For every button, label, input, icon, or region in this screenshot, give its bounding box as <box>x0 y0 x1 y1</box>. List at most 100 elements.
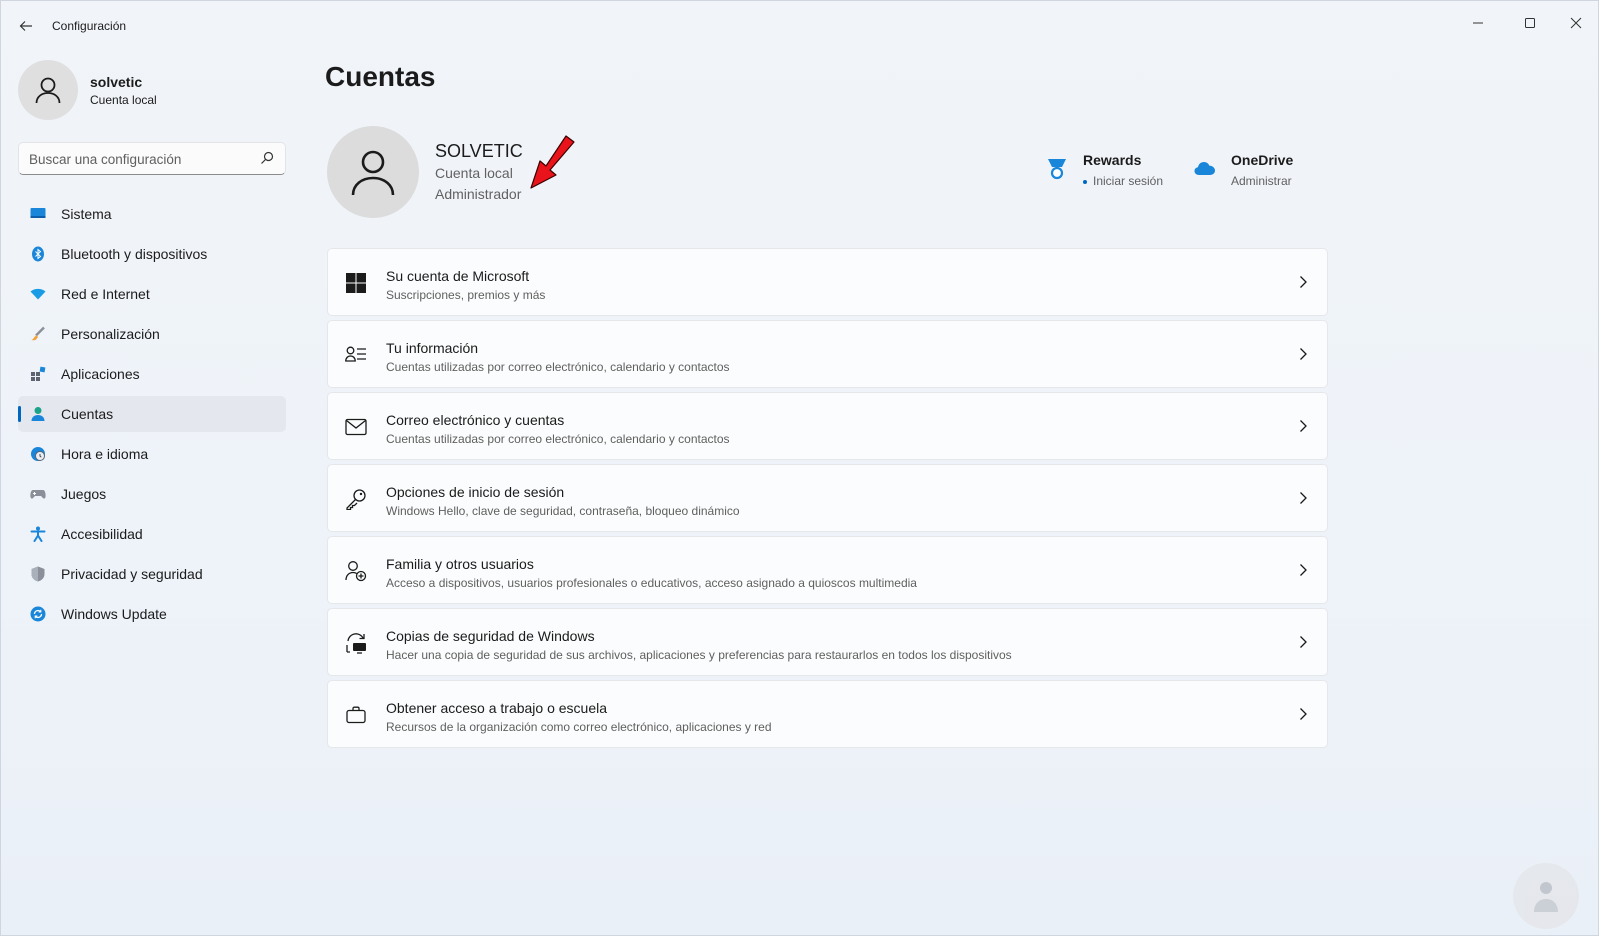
card-your-info[interactable]: Tu información Cuentas utilizadas por co… <box>327 320 1328 388</box>
sidebar-item-label: Cuentas <box>61 406 114 422</box>
sidebar-item-cuentas[interactable]: Cuentas <box>18 396 286 432</box>
maximize-icon <box>1525 18 1535 28</box>
card-subtitle: Recursos de la organización como correo … <box>386 720 772 734</box>
sidebar-item-juegos[interactable]: Juegos <box>18 476 286 512</box>
close-button[interactable] <box>1553 7 1599 39</box>
person-add-icon <box>345 561 367 582</box>
sidebar-item-label: Privacidad y seguridad <box>61 566 203 582</box>
sidebar-item-label: Bluetooth y dispositivos <box>61 246 208 262</box>
sidebar-item-personalizacion[interactable]: Personalización <box>18 316 286 352</box>
title-bar: Configuración <box>1 1 1598 51</box>
card-subtitle: Cuentas utilizadas por correo electrónic… <box>386 360 730 374</box>
person-icon <box>31 407 45 421</box>
backup-icon <box>346 633 366 654</box>
windows-logo-icon <box>346 273 366 293</box>
mail-icon <box>345 418 367 436</box>
card-subtitle: Windows Hello, clave de seguridad, contr… <box>386 504 740 518</box>
avatar <box>18 60 78 120</box>
chevron-right-icon <box>1300 420 1307 432</box>
onedrive-cloud-icon <box>1194 162 1215 175</box>
onedrive-subtitle: Administrar <box>1231 174 1292 188</box>
account-avatar[interactable] <box>327 126 419 218</box>
sidebar-item-label: Aplicaciones <box>61 366 140 382</box>
card-work-school-access[interactable]: Obtener acceso a trabajo o escuela Recur… <box>327 680 1328 748</box>
sidebar-nav: Sistema Bluetooth y dispositivos Red e I… <box>18 196 286 636</box>
maximize-button[interactable] <box>1507 7 1553 39</box>
profile-subtitle: Cuenta local <box>90 93 157 107</box>
card-subtitle: Hacer una copia de seguridad de sus arch… <box>386 648 1012 662</box>
clock-globe-icon <box>31 447 45 461</box>
page-title: Cuentas <box>325 61 436 92</box>
close-icon <box>1570 17 1582 29</box>
chevron-right-icon <box>1300 348 1307 360</box>
card-subtitle: Cuentas utilizadas por correo electrónic… <box>386 432 730 446</box>
key-icon <box>346 489 366 510</box>
watermark-person-icon <box>1534 882 1558 912</box>
card-subtitle: Acceso a dispositivos, usuarios profesio… <box>386 576 917 590</box>
back-button[interactable] <box>13 13 39 39</box>
card-title: Opciones de inicio de sesión <box>386 484 565 500</box>
card-windows-backup[interactable]: Copias de seguridad de Windows Hacer una… <box>327 608 1328 676</box>
onedrive-link[interactable]: OneDrive Administrar <box>1194 152 1314 192</box>
gamepad-icon <box>30 490 46 499</box>
sidebar-item-privacidad[interactable]: Privacidad y seguridad <box>18 556 286 592</box>
card-title: Obtener acceso a trabajo o escuela <box>386 700 608 716</box>
rewards-medal-icon <box>1048 159 1066 180</box>
chevron-right-icon <box>1300 276 1307 288</box>
shield-icon <box>31 566 45 582</box>
card-title: Tu información <box>386 340 479 356</box>
wifi-icon <box>30 288 46 300</box>
watermark-logo <box>1513 863 1579 929</box>
onedrive-title: OneDrive <box>1231 152 1294 168</box>
sidebar-item-bluetooth[interactable]: Bluetooth y dispositivos <box>18 236 286 272</box>
sidebar-item-hora[interactable]: Hora e idioma <box>18 436 286 472</box>
app-title: Configuración <box>52 19 127 33</box>
update-icon <box>30 606 46 622</box>
sidebar-item-windows-update[interactable]: Windows Update <box>18 596 286 632</box>
sidebar-item-aplicaciones[interactable]: Aplicaciones <box>18 356 286 392</box>
sidebar-item-label: Juegos <box>61 486 107 502</box>
sidebar-item-sistema[interactable]: Sistema <box>18 196 286 232</box>
account-role: Administrador <box>435 186 522 202</box>
sidebar-item-label: Windows Update <box>61 606 167 622</box>
rewards-subtitle: Iniciar sesión <box>1083 174 1163 188</box>
person-info-icon <box>345 346 366 362</box>
back-arrow-icon <box>19 21 32 31</box>
monitor-icon <box>30 208 46 218</box>
search-box[interactable] <box>18 142 286 175</box>
settings-window: Configuración solvetic Cuenta local Sist… <box>0 0 1599 936</box>
card-subtitle: Suscripciones, premios y más <box>386 288 546 302</box>
sidebar-item-label: Red e Internet <box>61 286 150 302</box>
status-dot <box>1083 179 1087 184</box>
minimize-button[interactable] <box>1455 7 1501 39</box>
sidebar-item-label: Accesibilidad <box>61 526 143 542</box>
chevron-right-icon <box>1300 492 1307 504</box>
card-sign-in-options[interactable]: Opciones de inicio de sesión Windows Hel… <box>327 464 1328 532</box>
card-microsoft-account[interactable]: Su cuenta de Microsoft Suscripciones, pr… <box>327 248 1328 316</box>
card-family-users[interactable]: Familia y otros usuarios Acceso a dispos… <box>327 536 1328 604</box>
card-email-accounts[interactable]: Correo electrónico y cuentas Cuentas uti… <box>327 392 1328 460</box>
rewards-title: Rewards <box>1083 152 1142 168</box>
profile-name: solvetic <box>90 74 143 90</box>
user-profile[interactable]: solvetic Cuenta local <box>18 60 288 120</box>
rewards-link[interactable]: Rewards Iniciar sesión <box>1046 152 1166 192</box>
card-title: Familia y otros usuarios <box>386 556 534 572</box>
sidebar-item-accesibilidad[interactable]: Accesibilidad <box>18 516 286 552</box>
search-input[interactable] <box>29 149 249 169</box>
chevron-right-icon <box>1300 564 1307 576</box>
sidebar-item-label: Personalización <box>61 326 160 342</box>
card-title: Copias de seguridad de Windows <box>386 628 595 644</box>
settings-list: Su cuenta de Microsoft Suscripciones, pr… <box>327 248 1328 752</box>
person-icon <box>351 150 395 196</box>
account-name: SOLVETIC <box>435 141 523 161</box>
search-icon[interactable] <box>259 150 275 166</box>
card-title: Correo electrónico y cuentas <box>386 412 565 428</box>
chevron-right-icon <box>1300 636 1307 648</box>
account-type: Cuenta local <box>435 165 513 181</box>
sidebar-item-red[interactable]: Red e Internet <box>18 276 286 312</box>
bluetooth-icon <box>32 246 44 262</box>
sidebar-item-label: Sistema <box>61 206 112 222</box>
rewards-subtitle-text: Iniciar sesión <box>1093 174 1164 188</box>
annotation-arrow-icon <box>530 135 575 189</box>
card-title: Su cuenta de Microsoft <box>386 268 530 284</box>
